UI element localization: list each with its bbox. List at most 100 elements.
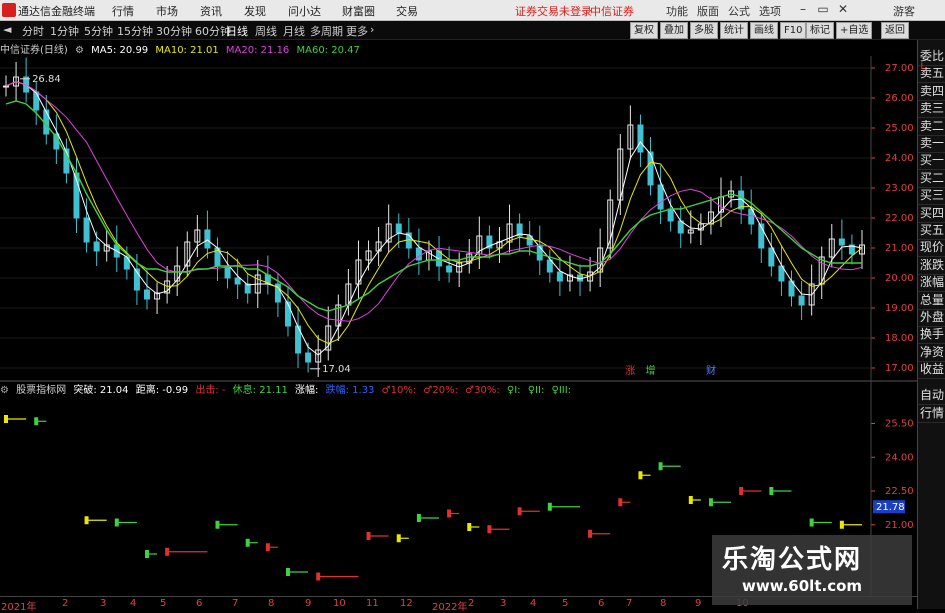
- candle-body: [838, 238, 845, 246]
- side-panel-item[interactable]: 买一: [918, 152, 945, 171]
- candle-body: [143, 289, 150, 300]
- chevron-right-icon[interactable]: ›: [370, 23, 374, 36]
- side-panel-item[interactable]: 卖四: [918, 83, 945, 101]
- period-15min[interactable]: 15分钟: [117, 23, 153, 39]
- indicator-bar: [809, 518, 814, 527]
- period-intraday[interactable]: 分时: [22, 23, 44, 39]
- draw-line-button[interactable]: 画线: [750, 22, 778, 39]
- candle-body: [667, 208, 674, 222]
- side-panel-item[interactable]: 买二: [918, 170, 945, 188]
- menu-formula[interactable]: 公式: [728, 3, 750, 19]
- price-tick-label: 26.00: [885, 93, 914, 104]
- side-panel-item[interactable]: 卖一: [918, 135, 945, 153]
- price-tick-label: 24.00: [885, 153, 914, 164]
- ma10-value: MA10: 21.01: [155, 45, 219, 56]
- menu-quotes[interactable]: 行情: [112, 3, 134, 19]
- indicator-tick-label: 24.00: [885, 452, 914, 463]
- period-1min[interactable]: 1分钟: [50, 23, 79, 39]
- side-panel-item[interactable]: 净资: [918, 344, 945, 362]
- menu-function[interactable]: 功能: [666, 3, 688, 19]
- adjust-button[interactable]: 复权: [630, 22, 658, 39]
- menu-discover[interactable]: 发现: [244, 3, 266, 19]
- time-axis-label: 5: [562, 598, 569, 609]
- menu-trade[interactable]: 交易: [396, 3, 418, 19]
- indicator-bar: [547, 502, 552, 511]
- back-button[interactable]: 返回: [881, 22, 909, 39]
- site-watermark: 乐淘公式网 www.60lt.com: [712, 535, 912, 605]
- price-tick-label: 21.00: [885, 243, 914, 254]
- side-panel-item[interactable]: 总量: [918, 292, 945, 310]
- candle-body: [284, 301, 291, 327]
- time-axis-label: 2022年: [432, 602, 468, 613]
- side-panel-item[interactable]: 收益: [918, 361, 945, 380]
- side-panel-item[interactable]: 买四: [918, 205, 945, 223]
- app-name: 通达信金融终端: [18, 5, 95, 18]
- indicator-bar: [4, 415, 8, 423]
- indicator-name[interactable]: 股票指标网: [16, 385, 66, 396]
- indicator-gear-icon[interactable]: ⚙: [0, 385, 9, 396]
- indicator-tick-label: 25.50: [885, 419, 914, 430]
- side-panel-item[interactable]: 买三: [918, 187, 945, 206]
- indicator-field: ♂20%:: [423, 385, 458, 396]
- stats-button[interactable]: 统计: [720, 22, 748, 39]
- multi-stock-button[interactable]: 多股: [690, 22, 718, 39]
- time-axis-label: 3: [100, 598, 107, 609]
- side-panel-auto-item[interactable]: 自动: [918, 386, 945, 405]
- time-axis-label: 4: [530, 598, 537, 609]
- event-marker: 财: [706, 364, 716, 377]
- side-panel-item[interactable]: 卖三: [918, 100, 945, 119]
- indicator-field: 距离: -0.99: [135, 385, 189, 396]
- menu-news[interactable]: 资讯: [200, 3, 222, 19]
- add-watchlist-button[interactable]: +自选: [836, 22, 873, 39]
- indicator-bar: [34, 417, 39, 426]
- close-icon[interactable]: ✕: [835, 1, 851, 17]
- indicator-field: 出击: -: [195, 385, 226, 396]
- indicator-bar: [769, 487, 774, 495]
- candle-body: [33, 91, 40, 111]
- side-panel-item[interactable]: 现价: [918, 239, 945, 258]
- indicator-bar: [416, 514, 421, 522]
- indicator-bar: [285, 568, 290, 576]
- settings-gear-icon[interactable]: ⚙: [75, 45, 84, 56]
- period-more[interactable]: 更多: [346, 23, 368, 39]
- period-multi[interactable]: 多周期: [310, 23, 343, 39]
- overlay-button[interactable]: 叠加: [660, 22, 688, 39]
- side-panel-item[interactable]: 涨幅: [918, 274, 945, 293]
- period-monthly[interactable]: 月线: [283, 23, 305, 39]
- menu-ask[interactable]: 问小达: [288, 3, 321, 19]
- quote-side-panel: 委比 卖五 卖四 卖三 卖二 卖一 买一 买二 买三 买四 买五 现价 涨跌 涨幅 总量 外盘 换手 净资 收益 自动…: [917, 40, 945, 609]
- side-panel-item[interactable]: 买五: [918, 222, 945, 240]
- side-panel-item[interactable]: 外盘: [918, 309, 945, 327]
- side-panel-item[interactable]: 卖二: [918, 118, 945, 136]
- price-markers: 26.84 17.04 涨增 财: [20, 74, 716, 377]
- stock-title[interactable]: 中信证券(日线): [0, 45, 68, 56]
- f10-button[interactable]: F10: [780, 22, 807, 39]
- trading-terminal: 通达信金融终端 行情 市场 资讯 发现 问小达 财富圈 交易 证券交易未登录 中…: [0, 0, 945, 613]
- ma20-value: MA20: 21.16: [225, 45, 290, 56]
- minimize-icon[interactable]: –: [795, 1, 811, 17]
- period-daily[interactable]: 日线: [226, 23, 248, 39]
- side-panel-auto-item[interactable]: 行情: [918, 404, 945, 423]
- mark-button[interactable]: 标记: [806, 22, 834, 39]
- menu-options[interactable]: 选项: [759, 3, 781, 19]
- period-weekly[interactable]: 周线: [255, 23, 277, 39]
- restore-icon[interactable]: ▭: [815, 1, 831, 17]
- price-tick-label: 17.00: [885, 363, 914, 374]
- menu-wealth[interactable]: 财富圈: [342, 3, 375, 19]
- period-30min[interactable]: 30分钟: [156, 23, 192, 39]
- menu-market[interactable]: 市场: [156, 3, 178, 19]
- period-5min[interactable]: 5分钟: [84, 23, 113, 39]
- chart-grid: [0, 67, 870, 369]
- side-panel-item[interactable]: 涨跌: [918, 257, 945, 275]
- nav-back-icon[interactable]: ◄: [3, 23, 11, 36]
- app-logo-icon: [2, 3, 16, 17]
- side-panel-item[interactable]: 换手: [918, 326, 945, 345]
- candle-body: [224, 265, 231, 279]
- indicator-bar: [588, 529, 593, 538]
- time-axis-label: 11: [366, 598, 379, 609]
- price-chart[interactable]: 27.00 26.00 25.00 24.00 23.00 22.00 21.00 20.00…: [0, 56, 917, 596]
- login-status[interactable]: 证券交易未登录: [515, 3, 592, 19]
- menu-layout[interactable]: 版面: [697, 3, 719, 19]
- guest-label[interactable]: 游客: [893, 3, 915, 19]
- candle-body: [234, 277, 241, 285]
